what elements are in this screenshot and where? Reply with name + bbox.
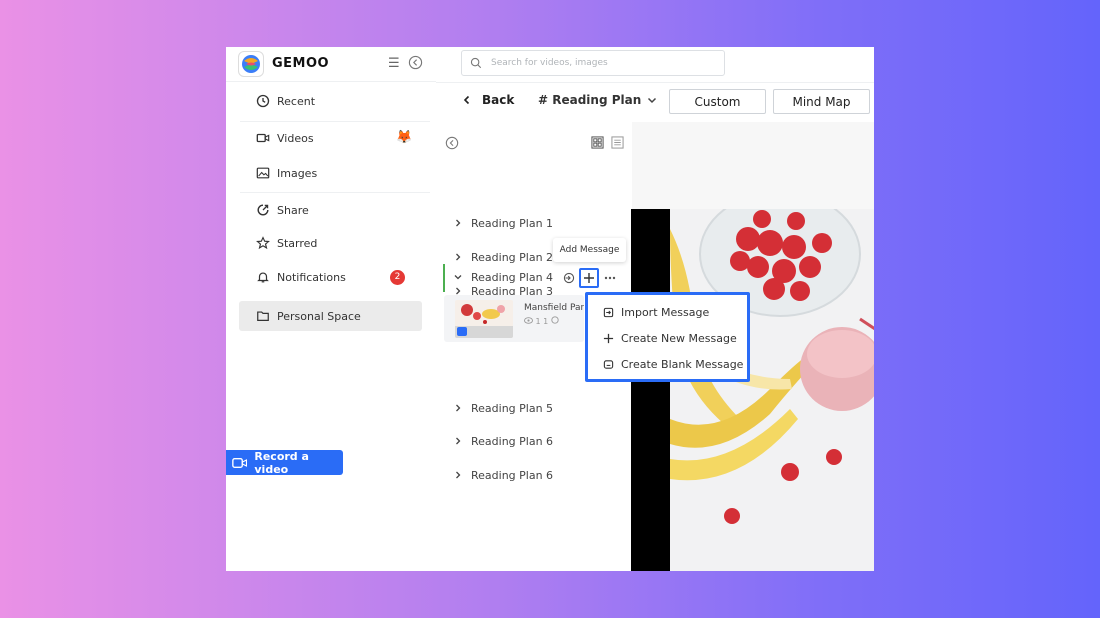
chevron-right-icon — [456, 219, 461, 227]
collapse-sidebar-icon[interactable] — [408, 55, 423, 70]
plan-title: # Reading Plan — [538, 93, 642, 107]
add-message-button[interactable] — [579, 268, 599, 288]
chevron-right-icon — [456, 437, 461, 445]
back-label: Back — [482, 93, 515, 107]
search-input[interactable] — [489, 57, 709, 69]
sidebar: GEMOO ☰ Recent Videos 🦊 Images Share Sta… — [226, 47, 436, 571]
custom-button[interactable]: Custom — [669, 89, 766, 114]
sidebar-item-label: Images — [277, 166, 318, 180]
logo-row: GEMOO ☰ — [226, 47, 436, 82]
clock-icon — [256, 94, 270, 108]
menu-item-create-new-message[interactable]: Create New Message — [588, 325, 747, 351]
brand-name: GEMOO — [272, 56, 330, 71]
record-video-button[interactable]: Record a video — [226, 449, 343, 476]
plan-item[interactable]: Reading Plan 4 — [454, 268, 553, 286]
more-icon[interactable] — [603, 272, 617, 284]
gemoo-logo-icon — [238, 51, 264, 77]
sidebar-item-label: Personal Space — [277, 309, 361, 323]
plan-title-dropdown[interactable]: # Reading Plan — [538, 93, 657, 107]
plan-item-label: Reading Plan 6 — [471, 434, 554, 448]
sidebar-item-share[interactable]: Share — [256, 200, 309, 220]
list-view-icon[interactable] — [611, 136, 624, 149]
star-icon — [256, 236, 270, 250]
menu-item-create-blank-message[interactable]: Create Blank Message — [588, 351, 747, 377]
divider — [240, 192, 430, 193]
plan-item[interactable]: Reading Plan 5 — [454, 399, 553, 417]
menu-item-label: Import Message — [621, 305, 710, 319]
plan-item[interactable]: Reading Plan 6 — [454, 432, 553, 450]
chevron-left-icon — [463, 95, 470, 105]
menu-item-label: Create New Message — [621, 331, 737, 345]
plan-item-label: Reading Plan 4 — [471, 270, 554, 284]
plan-item[interactable]: Reading Plan 6 — [454, 466, 553, 484]
chevron-right-icon — [456, 404, 461, 412]
search-icon — [470, 57, 482, 69]
mind-map-button[interactable]: Mind Map — [773, 89, 870, 114]
fruit-photo — [670, 209, 874, 571]
search-bar[interactable] — [461, 50, 725, 76]
share-icon — [257, 204, 269, 216]
sidebar-item-label: Notifications — [277, 270, 346, 284]
sidebar-item-personal-space[interactable]: Personal Space — [256, 306, 361, 326]
chevron-right-icon — [456, 253, 461, 261]
message-card[interactable]: Mansfield Park 1 1 — [444, 295, 584, 342]
message-title: Mansfield Park — [524, 303, 584, 313]
sidebar-item-label: Videos — [277, 131, 314, 145]
menu-item-import-message[interactable]: Import Message — [588, 299, 747, 325]
preview-image — [670, 209, 874, 571]
preview-top-area — [632, 122, 874, 209]
collapse-panel-icon[interactable] — [445, 136, 459, 150]
sidebar-item-starred[interactable]: Starred — [256, 233, 317, 253]
import-file-icon — [603, 307, 614, 317]
sidebar-item-label: Starred — [277, 236, 318, 250]
plan-item-label: Reading Plan 5 — [471, 401, 554, 415]
menu-item-label: Create Blank Message — [621, 357, 744, 371]
chevron-down-icon — [454, 275, 462, 280]
folder-icon — [257, 311, 269, 321]
sidebar-item-images[interactable]: Images — [256, 163, 317, 183]
divider — [240, 121, 430, 122]
comment-icon — [551, 316, 559, 324]
sidebar-item-recent[interactable]: Recent — [256, 91, 315, 111]
record-video-label: Record a video — [254, 449, 309, 476]
views-icon — [524, 317, 533, 324]
chevron-right-icon — [456, 471, 461, 479]
plan-item[interactable]: Reading Plan 1 — [454, 214, 553, 232]
grid-view-icon[interactable] — [591, 136, 604, 149]
plus-icon — [603, 333, 614, 343]
add-message-menu: Import Message Create New Message Create… — [585, 292, 750, 382]
video-icon — [256, 133, 270, 143]
plan-row-actions — [563, 268, 617, 288]
message-stats: 1 1 — [524, 316, 559, 326]
sidebar-item-label: Share — [277, 203, 309, 217]
notification-badge: 2 — [390, 270, 405, 285]
import-icon[interactable] — [563, 272, 575, 284]
message-thumbnail — [455, 300, 513, 338]
plan-item-label: Reading Plan 1 — [471, 216, 554, 230]
add-message-tooltip: Add Message — [553, 238, 626, 262]
menu-icon[interactable]: ☰ — [388, 56, 400, 71]
fox-sticker-icon: 🦊 — [396, 130, 413, 145]
camera-icon — [232, 457, 248, 468]
plus-icon — [584, 273, 594, 283]
sidebar-item-notifications[interactable]: Notifications — [256, 267, 346, 287]
image-icon — [256, 167, 270, 179]
back-button[interactable]: Back — [462, 93, 514, 107]
sidebar-item-videos[interactable]: Videos — [256, 128, 314, 148]
video-badge-icon — [457, 327, 467, 336]
media-preview — [631, 209, 874, 571]
divider — [436, 82, 874, 83]
plan-item-label: Reading Plan 2 — [471, 250, 554, 264]
bell-icon — [257, 272, 269, 283]
blank-message-icon — [603, 359, 614, 369]
chevron-down-icon — [648, 97, 657, 104]
app-window: GEMOO ☰ Recent Videos 🦊 Images Share Sta… — [226, 47, 874, 571]
sidebar-item-label: Recent — [277, 94, 316, 108]
plan-item-label: Reading Plan 6 — [471, 468, 554, 482]
